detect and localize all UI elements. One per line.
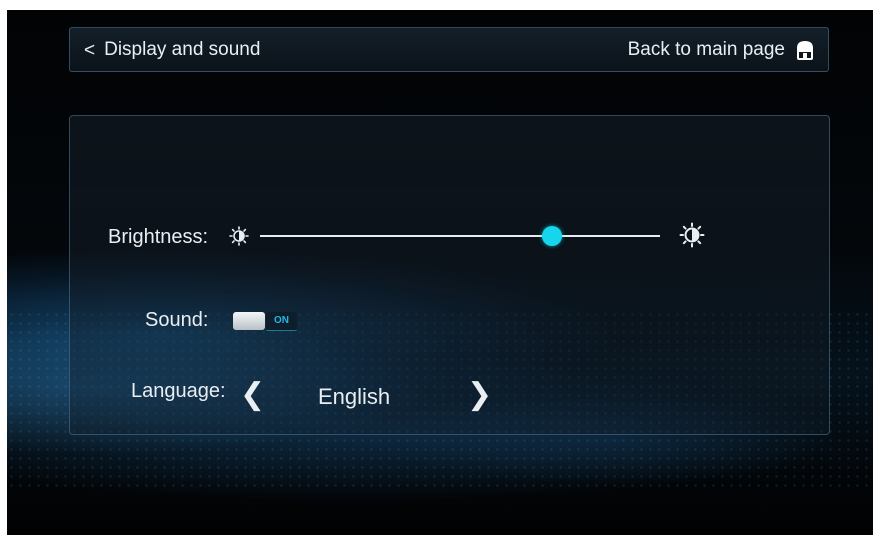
sound-toggle[interactable]: ON — [233, 312, 297, 331]
screen: < Display and sound Back to main page Br… — [7, 10, 873, 535]
sun-small-icon — [229, 226, 249, 246]
sun-large-icon — [679, 222, 705, 248]
sound-toggle-state: ON — [266, 312, 297, 331]
language-label: Language: — [131, 380, 226, 402]
home-icon — [797, 41, 813, 60]
back-label: Display and sound — [104, 39, 261, 60]
back-to-main-label: Back to main page — [627, 39, 785, 60]
brightness-slider-thumb[interactable] — [542, 226, 562, 246]
language-next-button[interactable]: ❯ — [467, 380, 492, 410]
settings-panel: Brightness: Sound: ON Language: ❮ Englis… — [69, 115, 830, 435]
language-prev-button[interactable]: ❮ — [240, 380, 265, 410]
brightness-slider[interactable] — [260, 226, 660, 246]
back-button[interactable]: < Display and sound — [84, 37, 260, 63]
language-value: English — [318, 384, 391, 409]
header-bar: < Display and sound Back to main page — [69, 27, 829, 72]
chevron-left-icon: < — [84, 39, 96, 61]
back-to-main-button[interactable]: Back to main page — [628, 37, 816, 63]
sound-toggle-knob — [233, 312, 265, 330]
sound-label: Sound: — [145, 309, 209, 331]
brightness-label: Brightness: — [108, 226, 209, 248]
